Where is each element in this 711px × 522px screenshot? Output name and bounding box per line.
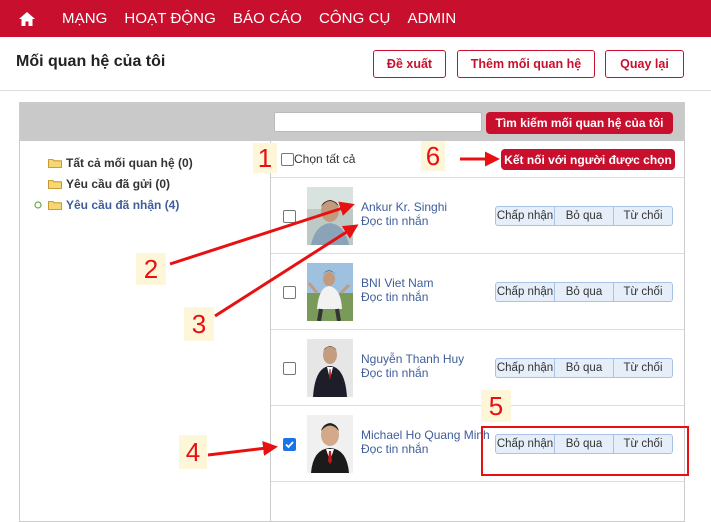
home-icon[interactable] — [9, 0, 45, 37]
row-checkbox[interactable] — [283, 210, 296, 223]
read-message-link[interactable]: Đọc tin nhắn — [361, 366, 428, 380]
skip-button[interactable]: Bỏ qua — [555, 207, 614, 225]
person-name[interactable]: Ankur Kr. Singhi — [361, 200, 447, 214]
reject-button[interactable]: Từ chối — [614, 283, 672, 301]
tree-item-all[interactable]: Tất cả mối quan hệ (0) — [48, 156, 193, 170]
select-all-label: Chọn tất cả — [294, 152, 356, 166]
read-message-link[interactable]: Đọc tin nhắn — [361, 442, 428, 456]
callout-3: 3 — [184, 307, 214, 341]
callout-2: 2 — [136, 253, 166, 285]
top-navigation: MẠNG HOẠT ĐỘNG BÁO CÁO CÔNG CỤ ADMIN — [0, 0, 711, 37]
action-group: Chấp nhận Bỏ qua Từ chối — [495, 206, 673, 226]
select-all-checkbox[interactable] — [281, 152, 294, 166]
tree-item-label: Yêu cầu đã gửi (0) — [66, 177, 171, 191]
person-name[interactable]: Michael Ho Quang Minh — [361, 428, 490, 442]
tree-item-label: Yêu cầu đã nhận (4) — [66, 198, 180, 212]
add-relationship-button[interactable]: Thêm mối quan hệ — [457, 50, 595, 78]
tree-item-sent[interactable]: Yêu cầu đã gửi (0) — [48, 177, 170, 191]
reject-button[interactable]: Từ chối — [614, 359, 672, 377]
folder-icon — [48, 201, 62, 210]
suggest-button[interactable]: Đề xuất — [373, 50, 446, 78]
row-checkbox[interactable] — [283, 438, 296, 451]
callout-1: 1 — [253, 143, 277, 173]
search-relationships-button[interactable]: Tìm kiếm mối quan hệ của tôi — [486, 112, 673, 134]
nav-reports[interactable]: BÁO CÁO — [233, 10, 302, 27]
search-bar: Tìm kiếm mối quan hệ của tôi — [20, 103, 684, 141]
callout-5: 5 — [481, 390, 511, 422]
page-header: Mối quan hệ của tôi Đề xuất Thêm mối qua… — [0, 37, 711, 91]
callout-6: 6 — [421, 141, 445, 171]
page-title: Mối quan hệ của tôi — [16, 53, 166, 70]
select-all[interactable]: Chọn tất cả — [281, 152, 355, 166]
nav-activity[interactable]: HOẠT ĐỘNG — [124, 10, 215, 27]
reject-button[interactable]: Từ chối — [614, 207, 672, 225]
nav-tools[interactable]: CÔNG CỤ — [319, 10, 391, 27]
connect-selected-button[interactable]: Kết nối với người được chọn — [501, 149, 675, 170]
skip-button[interactable]: Bỏ qua — [555, 283, 614, 301]
row-checkbox[interactable] — [283, 286, 296, 299]
tree-item-label: Tất cả mối quan hệ (0) — [66, 156, 193, 170]
row-checkbox[interactable] — [283, 362, 296, 375]
avatar — [307, 339, 353, 397]
accept-button[interactable]: Chấp nhận — [496, 207, 555, 225]
back-button[interactable]: Quay lại — [605, 50, 684, 78]
nav-admin[interactable]: ADMIN — [407, 10, 456, 27]
list-item: Nguyễn Thanh Huy Đọc tin nhắn Chấp nhận … — [271, 329, 684, 406]
folder-icon — [48, 159, 62, 168]
expand-dot-icon — [34, 201, 42, 209]
action-group: Chấp nhận Bỏ qua Từ chối — [495, 282, 673, 302]
tree-item-received[interactable]: Yêu cầu đã nhận (4) — [34, 198, 179, 212]
skip-button[interactable]: Bỏ qua — [555, 359, 614, 377]
relationship-tree: Tất cả mối quan hệ (0) Yêu cầu đã gửi (0… — [20, 141, 271, 521]
list-item: Ankur Kr. Singhi Đọc tin nhắn Chấp nhận … — [271, 177, 684, 254]
avatar — [307, 415, 353, 473]
nav-network[interactable]: MẠNG — [62, 10, 107, 27]
avatar — [307, 263, 353, 321]
accept-button[interactable]: Chấp nhận — [496, 283, 555, 301]
folder-icon — [48, 180, 62, 189]
read-message-link[interactable]: Đọc tin nhắn — [361, 290, 428, 304]
callout-4: 4 — [179, 435, 207, 469]
read-message-link[interactable]: Đọc tin nhắn — [361, 214, 428, 228]
person-name[interactable]: BNI Viet Nam — [361, 276, 433, 290]
person-name[interactable]: Nguyễn Thanh Huy — [361, 352, 464, 366]
check-icon — [285, 441, 294, 449]
avatar — [307, 187, 353, 245]
list-item: BNI Viet Nam Đọc tin nhắn Chấp nhận Bỏ q… — [271, 253, 684, 330]
search-input[interactable] — [274, 112, 482, 132]
action-group: Chấp nhận Bỏ qua Từ chối — [495, 358, 673, 378]
accept-button[interactable]: Chấp nhận — [496, 359, 555, 377]
highlight-box — [481, 426, 689, 476]
